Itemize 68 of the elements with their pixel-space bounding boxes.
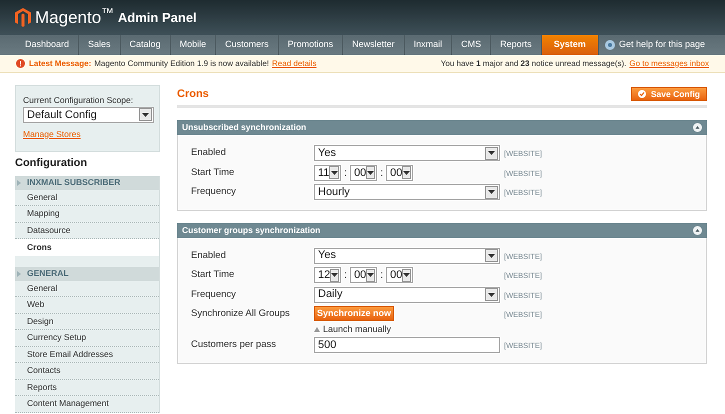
sidebar-item[interactable]: Design — [15, 314, 159, 330]
sidebar-item[interactable]: Currency Setup — [15, 330, 159, 346]
logo-subtitle: Admin Panel — [118, 8, 197, 27]
dropdown-caret-icon — [139, 108, 152, 122]
field-label: Frequency — [190, 185, 237, 199]
field-label: Customers per pass — [190, 338, 278, 352]
sidebar-item[interactable]: Store Email Addresses — [15, 346, 159, 363]
message-text: Magento Community Edition 1.9 is now available! — [94, 58, 270, 70]
sidebar-item[interactable]: Crons — [15, 239, 159, 256]
logo-icon — [15, 8, 31, 27]
select-field[interactable]: 00 — [386, 164, 414, 181]
sidebar-item[interactable]: Contacts — [15, 363, 159, 380]
expand-arrow-icon — [17, 270, 21, 276]
hint-text: Launch manually — [323, 323, 392, 336]
unread-summary: You have 1 major and 23 notice unread message(s). — [440, 58, 626, 70]
select-field[interactable]: Default Config — [23, 106, 154, 123]
expand-arrow-icon — [17, 180, 21, 186]
section-header[interactable]: INXMAIL SUBSCRIBER — [15, 176, 159, 190]
time-separator: : — [380, 166, 384, 180]
dropdown-caret-icon — [485, 249, 498, 262]
triangle-icon — [314, 327, 320, 332]
sidebar-item[interactable]: Content Management — [15, 396, 159, 412]
select-field[interactable]: 11 — [314, 164, 341, 181]
field-label: Synchronize All Groups — [190, 307, 291, 321]
dropdown-caret-icon — [485, 146, 498, 160]
sidebar-item[interactable]: General — [15, 280, 159, 297]
section-header[interactable]: GENERAL — [15, 266, 159, 280]
field-label: Start Time — [190, 166, 236, 180]
field-label: Frequency — [190, 288, 237, 302]
dropdown-caret-icon — [330, 268, 340, 282]
select-field[interactable]: Hourly — [314, 184, 500, 200]
select-field[interactable]: Yes — [314, 248, 500, 264]
field-label: Enabled — [190, 146, 227, 160]
scope-label: Current Configuration Scope: — [23, 94, 134, 107]
collapse-icon — [693, 123, 702, 132]
message-label: Latest Message: — [29, 58, 92, 70]
time-separator: : — [380, 268, 384, 283]
sidebar-item[interactable]: General — [15, 190, 159, 206]
select-field[interactable]: 12 — [314, 267, 341, 284]
time-separator: : — [344, 166, 348, 180]
time-separator: : — [344, 268, 348, 283]
collapse-icon — [693, 226, 702, 234]
dropdown-caret-icon — [366, 268, 376, 282]
sidebar-item[interactable]: Reports — [15, 380, 159, 396]
dropdown-caret-icon — [329, 166, 339, 180]
dropdown-caret-icon — [485, 186, 498, 198]
field-label: Enabled — [190, 248, 227, 262]
text-field[interactable]: 500 — [314, 337, 500, 353]
dropdown-caret-icon — [485, 288, 498, 301]
dropdown-caret-icon — [402, 268, 412, 282]
select-field[interactable]: Daily — [314, 286, 500, 302]
alert-icon — [16, 59, 25, 68]
dropdown-caret-icon — [366, 166, 376, 180]
select-field[interactable]: Yes — [314, 145, 500, 161]
select-field[interactable]: 00 — [386, 267, 414, 284]
dropdown-caret-icon — [402, 166, 412, 180]
check-icon — [638, 90, 646, 98]
sidebar-item[interactable]: Mapping — [15, 206, 159, 222]
help-link[interactable]: Get help for this page — [618, 38, 705, 52]
select-field[interactable]: 00 — [350, 267, 378, 284]
logo-text: Magento$^{™}$ — [35, 9, 114, 26]
help-icon — [604, 40, 615, 50]
select-field[interactable]: 00 — [350, 164, 378, 181]
group-header[interactable]: Unsubscribed synchronization — [177, 120, 707, 135]
field-label: Start Time — [190, 268, 236, 282]
page-title: Crons — [177, 86, 209, 102]
sidebar-item[interactable]: Web — [15, 297, 159, 314]
group-header[interactable]: Customer groups synchronization — [177, 222, 707, 238]
